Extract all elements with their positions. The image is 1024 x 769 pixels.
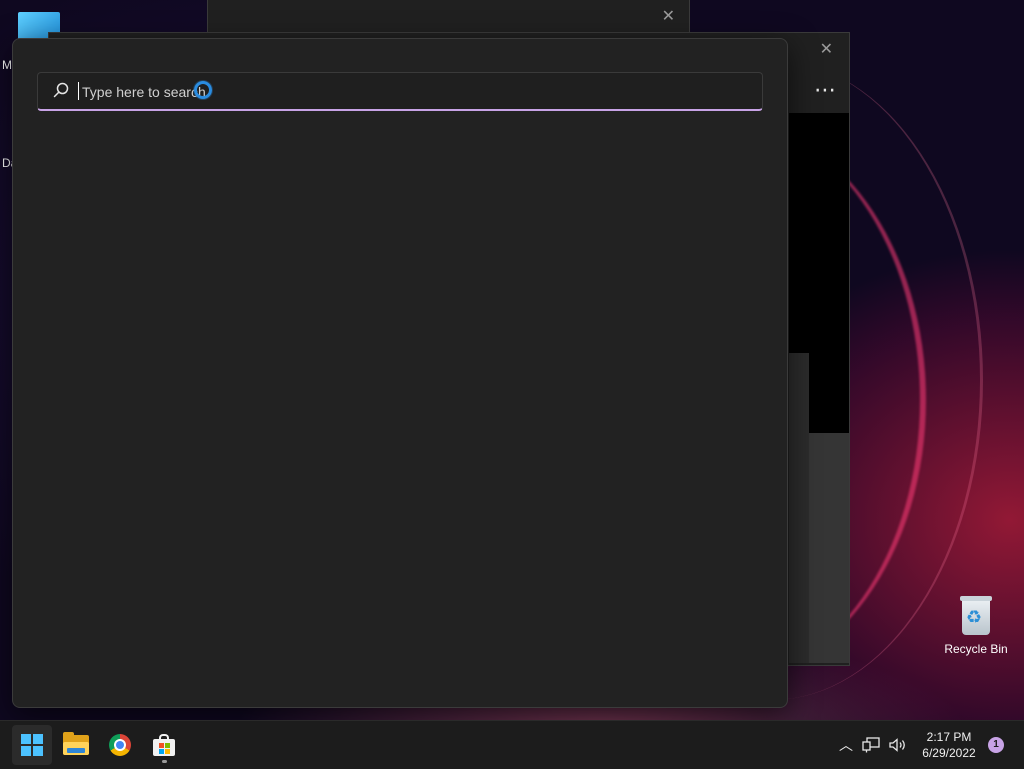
running-indicator xyxy=(162,760,167,763)
search-input[interactable] xyxy=(80,77,484,107)
search-panel xyxy=(12,38,788,708)
clock-time: 2:17 PM xyxy=(926,730,972,744)
window-content xyxy=(789,353,809,663)
store-icon xyxy=(153,734,175,756)
window-content xyxy=(809,433,849,663)
clock-date: 6/29/2022 xyxy=(922,746,976,760)
search-box[interactable] xyxy=(37,72,763,111)
taskbar: ︿ 2:17 PM 6/29/2022 1 xyxy=(0,720,1024,769)
folder-icon xyxy=(63,732,89,755)
file-explorer-button[interactable] xyxy=(56,725,96,765)
notification-badge[interactable]: 1 xyxy=(988,737,1004,753)
recycle-bin-label: Recycle Bin xyxy=(944,642,1008,656)
more-icon[interactable]: ⋯ xyxy=(814,77,837,103)
desktop-icon-label[interactable]: M xyxy=(2,58,12,72)
text-cursor xyxy=(78,82,79,100)
volume-icon[interactable] xyxy=(888,721,910,769)
loading-spinner-icon xyxy=(194,81,212,99)
show-hidden-icons-icon[interactable]: ︿ xyxy=(836,721,856,769)
recycle-bin-icon: ♻ xyxy=(959,596,993,636)
close-icon[interactable]: ✕ xyxy=(662,6,675,26)
clock[interactable]: 2:17 PM 6/29/2022 xyxy=(916,729,982,761)
chrome-button[interactable] xyxy=(100,725,140,765)
microsoft-store-button[interactable] xyxy=(144,725,184,765)
windows-logo-icon xyxy=(21,734,43,756)
recycle-bin[interactable]: ♻ Recycle Bin xyxy=(940,596,1012,656)
network-icon[interactable] xyxy=(862,721,884,769)
search-icon xyxy=(53,82,69,98)
close-icon[interactable]: ✕ xyxy=(820,39,833,59)
chrome-icon xyxy=(109,734,131,756)
start-button[interactable] xyxy=(12,725,52,765)
